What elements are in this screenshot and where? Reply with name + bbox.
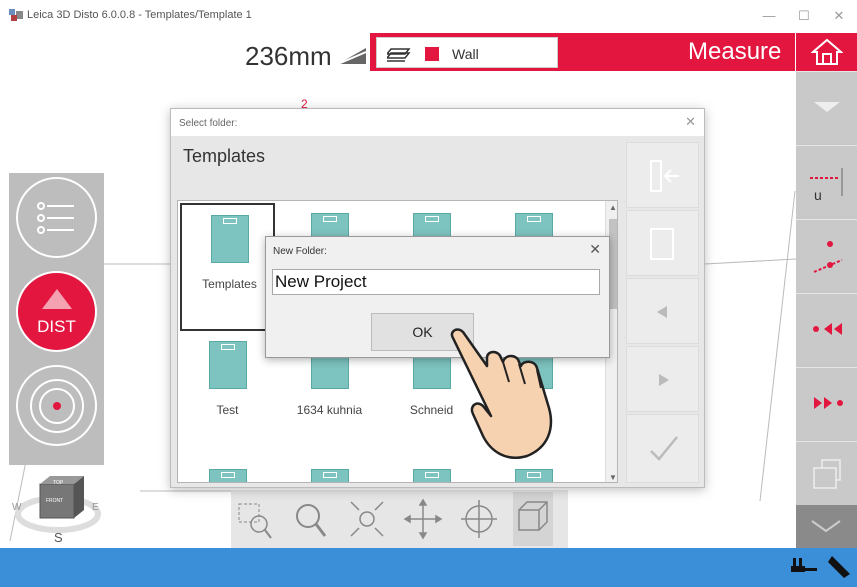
compass-top-label: TOP xyxy=(53,480,64,486)
zoom-window-button[interactable] xyxy=(235,492,275,546)
target-icon xyxy=(30,379,84,433)
zoom-extents-icon xyxy=(350,501,384,537)
folder-label: Templates xyxy=(202,277,257,291)
folder-icon xyxy=(311,469,349,482)
zoom-button[interactable] xyxy=(291,492,331,546)
triangle-up-icon xyxy=(42,289,72,309)
chevron-down-icon xyxy=(811,520,841,533)
orbit-icon xyxy=(461,500,497,538)
pan-button[interactable] xyxy=(403,492,443,546)
magnifier-icon xyxy=(296,504,327,537)
folder-item[interactable]: Test xyxy=(180,331,275,459)
new-folder-caption: New Folder: xyxy=(273,246,327,257)
3d-view-button[interactable] xyxy=(513,492,553,546)
dropdown-button[interactable] xyxy=(796,71,857,142)
layer-color-swatch xyxy=(425,47,439,61)
zoom-window-icon xyxy=(238,503,272,539)
plane-tool-button[interactable] xyxy=(796,441,857,505)
point-distance-button[interactable]: u xyxy=(796,145,857,216)
compass-east-label: E xyxy=(92,502,99,513)
scroll-up-icon[interactable]: ▲ xyxy=(606,203,617,212)
rewind-icon xyxy=(813,323,842,335)
dist-button[interactable]: DIST xyxy=(16,271,97,352)
next-point-button[interactable] xyxy=(796,367,857,438)
previous-point-button[interactable] xyxy=(796,293,857,364)
maximize-button[interactable]: ☐ xyxy=(790,6,818,26)
fast-forward-icon xyxy=(814,397,843,409)
triangle-right-icon xyxy=(659,374,669,386)
next-button[interactable] xyxy=(626,346,699,412)
compass-west-label: W xyxy=(12,502,22,513)
app-icon xyxy=(9,9,23,21)
folder-label: Test xyxy=(216,403,239,417)
chevron-down-icon xyxy=(814,102,840,112)
close-window-button[interactable]: ✕ xyxy=(825,6,853,26)
confirm-button[interactable] xyxy=(626,414,699,483)
exit-icon xyxy=(650,160,679,192)
folder-icon xyxy=(209,341,247,389)
dist-label: DIST xyxy=(37,317,76,336)
dialog-caption: Select folder: xyxy=(179,118,238,129)
home-button[interactable] xyxy=(796,33,857,71)
folder-heading: Templates xyxy=(183,146,266,166)
power-plug-icon xyxy=(791,558,817,572)
laser-angle-icon[interactable] xyxy=(336,44,368,66)
point-distance-icon: u xyxy=(810,168,843,202)
home-icon xyxy=(811,38,843,65)
folder-name-input[interactable]: New Project xyxy=(272,269,600,295)
layer-selector[interactable]: Wall xyxy=(376,37,558,68)
status-bar xyxy=(0,548,857,587)
folder-item[interactable] xyxy=(486,459,581,482)
list-menu-icon xyxy=(37,202,74,234)
folder-item[interactable] xyxy=(384,459,479,482)
line-points-icon xyxy=(813,241,843,273)
orientation-compass[interactable]: TOP FRONT W E S xyxy=(10,470,105,548)
window-title: Leica 3D Disto 6.0.0.8 - Templates/Templ… xyxy=(27,9,252,21)
close-icon[interactable]: ✕ xyxy=(589,241,601,258)
compass-south-label: S xyxy=(54,530,63,545)
line-tool-button[interactable] xyxy=(796,219,857,290)
distance-readout: 236mm xyxy=(245,41,332,71)
checkmark-icon xyxy=(650,436,678,461)
collapse-button[interactable] xyxy=(796,505,857,548)
scroll-thumb[interactable] xyxy=(609,219,617,309)
compass-front-label: FRONT xyxy=(46,498,64,504)
close-icon[interactable]: ✕ xyxy=(685,114,696,130)
view-tools xyxy=(231,490,568,548)
pointing-hand-icon xyxy=(450,328,553,459)
folder-item[interactable]: Templates xyxy=(180,203,275,331)
title-bar: Leica 3D Disto 6.0.0.8 - Templates/Templ… xyxy=(0,0,857,32)
plane-icon xyxy=(813,459,841,489)
scroll-down-icon[interactable]: ▼ xyxy=(606,473,617,482)
cube-icon xyxy=(518,501,548,531)
exit-folder-button[interactable] xyxy=(626,142,699,208)
svg-text:u: u xyxy=(814,187,822,202)
folder-icon xyxy=(209,469,247,482)
layers-icon xyxy=(387,48,411,62)
orbit-button[interactable] xyxy=(459,492,499,546)
folder-icon xyxy=(515,469,553,482)
folder-icon xyxy=(211,215,249,263)
folder-label: 1634 kuhnia xyxy=(296,403,363,417)
new-folder-button[interactable] xyxy=(626,210,699,276)
layer-name: Wall xyxy=(452,46,479,62)
laser-device-icon xyxy=(828,556,850,578)
new-folder-icon xyxy=(650,228,674,260)
folder-icon xyxy=(413,469,451,482)
folder-item[interactable] xyxy=(180,459,275,482)
folder-item[interactable] xyxy=(282,459,377,482)
previous-button[interactable] xyxy=(626,278,699,344)
mode-label: Measure xyxy=(688,38,782,65)
minimize-button[interactable]: — xyxy=(755,6,783,26)
triangle-left-icon xyxy=(657,306,667,318)
target-button[interactable] xyxy=(16,365,97,446)
menu-button[interactable] xyxy=(16,177,97,258)
zoom-extents-button[interactable] xyxy=(347,492,387,546)
move-arrows-icon xyxy=(403,498,443,540)
